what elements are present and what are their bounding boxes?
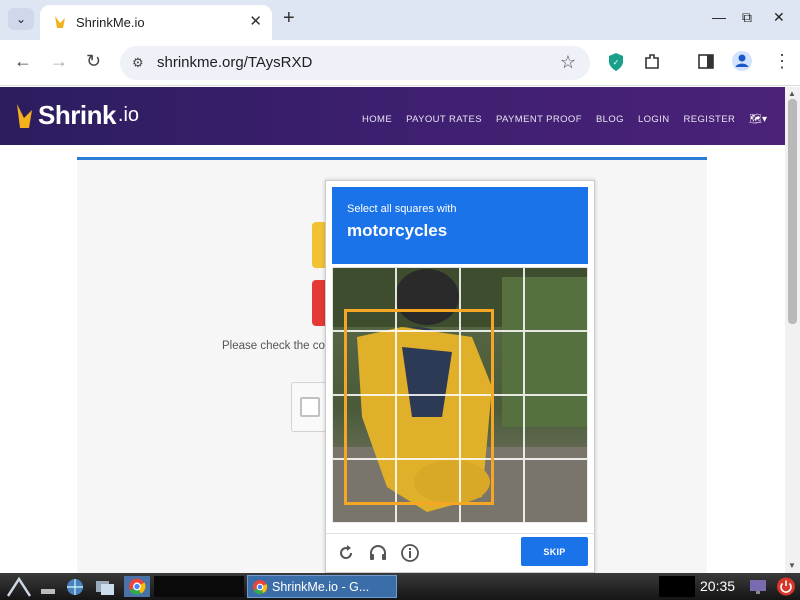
menu-kebab-icon[interactable]: ⋮ <box>773 51 791 72</box>
reload-icon[interactable]: ↻ <box>86 51 101 72</box>
taskbar-chrome-label: ShrinkMe.io - G... <box>272 579 370 594</box>
minimize-button[interactable]: — <box>712 9 726 25</box>
file-manager-icon[interactable] <box>94 576 116 597</box>
grid-cell[interactable] <box>524 267 588 331</box>
reload-challenge-icon[interactable] <box>336 543 356 563</box>
challenge-instruction: Select all squares with <box>347 203 457 215</box>
side-panel-icon[interactable] <box>697 52 715 72</box>
site-logo[interactable]: Shrink .io <box>14 95 139 135</box>
language-selector[interactable]: 🗺▾ <box>749 114 767 125</box>
nav-payment-proof[interactable]: PAYMENT PROOF <box>496 114 582 125</box>
browser-toolbar: ← → ↻ ⚙ shrinkme.org/TAysRXD ☆ ✓ ⋮ <box>0 40 800 86</box>
challenge-image-grid <box>332 267 588 523</box>
back-arrow-icon[interactable]: ← <box>14 51 32 72</box>
language-dropdown-arrow: ▾ <box>761 114 767 125</box>
extensions-puzzle-icon[interactable] <box>643 52 661 72</box>
site-nav: HOME PAYOUT RATES PAYMENT PROOF BLOG LOG… <box>362 114 767 125</box>
shrinkme-favicon-icon <box>55 16 65 28</box>
scroll-thumb[interactable] <box>788 99 797 324</box>
challenge-object: motorcycles <box>347 221 448 240</box>
nav-payout-rates[interactable]: PAYOUT RATES <box>406 114 482 125</box>
browser-tab[interactable]: ShrinkMe.io ✕ <box>40 5 272 40</box>
nav-blog[interactable]: BLOG <box>596 114 624 125</box>
hand-logo-icon <box>17 104 32 128</box>
challenge-footer: SKIP <box>326 533 596 573</box>
site-info-icon[interactable]: ⚙ <box>132 55 144 71</box>
tab-close-icon[interactable]: ✕ <box>249 12 262 30</box>
address-bar[interactable]: ⚙ shrinkme.org/TAysRXD ☆ <box>120 46 590 80</box>
close-window-button[interactable]: ✕ <box>773 9 785 26</box>
nav-register[interactable]: REGISTER <box>684 114 736 125</box>
scroll-up-icon[interactable]: ▲ <box>788 89 796 98</box>
grid-cell[interactable] <box>524 459 588 523</box>
forward-arrow-icon[interactable]: → <box>50 51 68 72</box>
profile-avatar-icon[interactable] <box>731 50 753 72</box>
monitor-icon[interactable] <box>748 576 768 597</box>
tab-search-button[interactable]: ⌄ <box>8 8 34 30</box>
recaptcha-checkbox[interactable] <box>300 397 320 417</box>
network-globe-icon[interactable] <box>64 576 86 597</box>
taskbar-chrome-window[interactable]: ShrinkMe.io - G... <box>247 575 397 598</box>
tab-strip: ⌄ ShrinkMe.io ✕ + — ⧉ ✕ <box>0 0 800 40</box>
logo-text: Shrink <box>38 99 116 130</box>
captcha-prompt-text: Please check the co <box>222 340 325 352</box>
scroll-down-icon[interactable]: ▼ <box>788 561 796 570</box>
yellow-button-edge[interactable] <box>312 222 326 268</box>
tab-title: ShrinkMe.io <box>76 15 145 30</box>
nav-home[interactable]: HOME <box>362 114 392 125</box>
translate-icon: 🗺 <box>749 114 762 125</box>
taskbar-slot[interactable] <box>154 576 244 597</box>
restore-button[interactable]: ⧉ <box>742 9 752 26</box>
url-text: shrinkme.org/TAysRXD <box>157 54 313 71</box>
skip-button[interactable]: SKIP <box>521 537 588 566</box>
captcha-challenge: Select all squares with motorcycles SKIP <box>325 180 596 573</box>
bookmark-star-icon[interactable]: ☆ <box>560 52 576 73</box>
highlight-box <box>344 309 494 505</box>
chevron-down-icon: ⌄ <box>15 12 27 26</box>
start-menu-icon[interactable] <box>6 576 32 597</box>
logo-suffix: .io <box>117 103 140 126</box>
page-scrollbar[interactable]: ▲ ▼ <box>785 87 800 573</box>
audio-challenge-icon[interactable] <box>368 543 388 563</box>
grid-cell[interactable] <box>524 395 588 459</box>
grid-cell[interactable] <box>524 331 588 395</box>
tray-slot <box>659 576 695 597</box>
site-header: Shrink .io HOME PAYOUT RATES PAYMENT PRO… <box>0 87 785 145</box>
chrome-icon <box>253 580 268 595</box>
os-taskbar: ShrinkMe.io - G... 20:35 <box>0 573 800 600</box>
nav-login[interactable]: LOGIN <box>638 114 670 125</box>
terminal-icon[interactable] <box>40 576 56 597</box>
challenge-header: Select all squares with motorcycles <box>332 187 588 264</box>
chrome-launcher-icon[interactable] <box>124 576 150 597</box>
svg-text:✓: ✓ <box>613 58 620 67</box>
taskbar-clock[interactable]: 20:35 <box>700 578 735 594</box>
power-icon[interactable] <box>776 576 796 597</box>
red-button-edge[interactable] <box>312 280 326 326</box>
new-tab-button[interactable]: + <box>283 7 295 30</box>
shield-extension-icon[interactable]: ✓ <box>607 52 625 72</box>
info-icon[interactable] <box>400 543 420 563</box>
